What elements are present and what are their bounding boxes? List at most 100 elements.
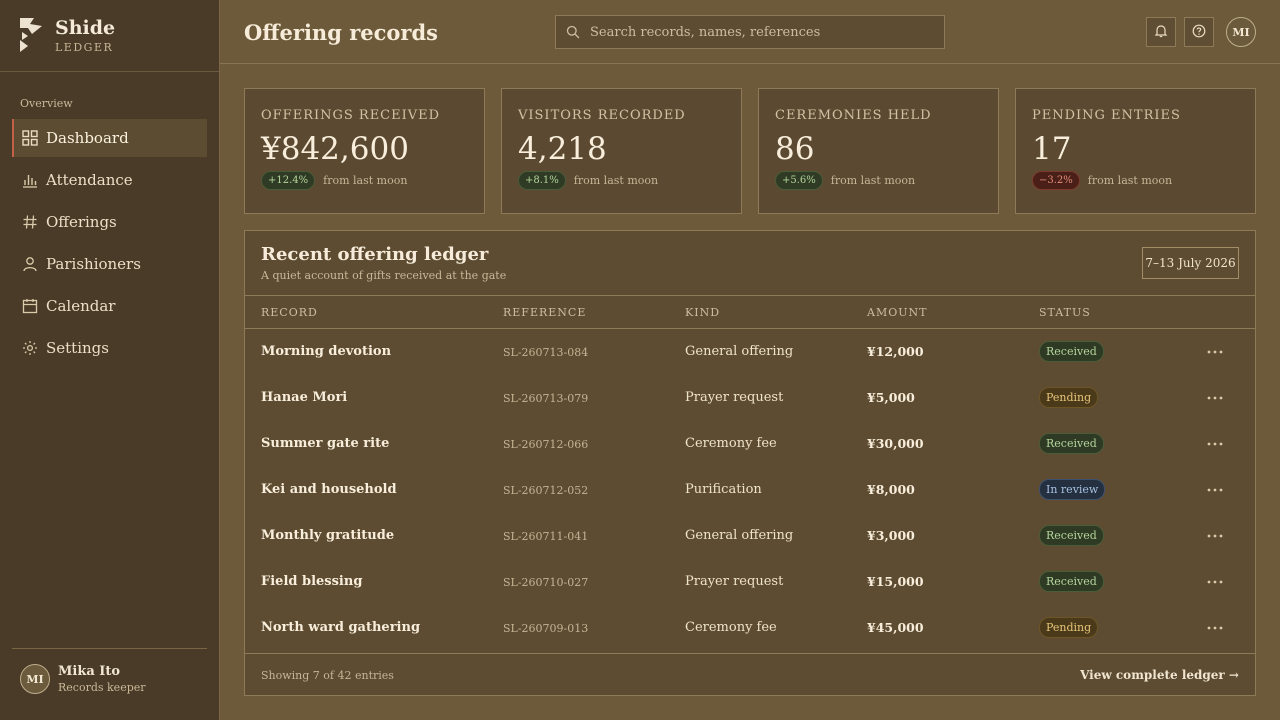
panel-title: Recent offering ledger	[261, 244, 489, 265]
status-badge: Received	[1039, 341, 1104, 362]
record-name: Field blessing	[261, 574, 363, 589]
table-row[interactable]: Field blessing SL-260710-027 Prayer requ…	[245, 559, 1255, 605]
record-reference: SL-260709-013	[503, 622, 589, 635]
date-range-button[interactable]: 7–13 July 2026	[1142, 247, 1239, 279]
more-options-icon[interactable]	[1207, 436, 1223, 452]
table-row[interactable]: Monthly gratitude SL-260711-041 General …	[245, 513, 1255, 559]
header-avatar[interactable]: MI	[1226, 17, 1256, 47]
brand-name: Shide	[55, 17, 116, 39]
record-name: Monthly gratitude	[261, 528, 395, 543]
stat-note: from last moon	[573, 174, 659, 187]
trend-badge: +8.1%	[518, 171, 566, 190]
sidebar-item-dashboard[interactable]: Dashboard	[12, 119, 207, 157]
record-kind: General offering	[685, 344, 794, 359]
status-badge: In review	[1039, 479, 1106, 500]
more-options-icon[interactable]	[1207, 574, 1223, 590]
column-header-status[interactable]: STATUS	[1039, 306, 1091, 319]
gear-icon	[22, 340, 38, 356]
entries-count: Showing 7 of 42 entries	[261, 669, 394, 682]
stat-label: VISITORS RECORDED	[518, 108, 686, 123]
user-name: Mika Ito	[58, 664, 121, 679]
record-amount: ¥30,000	[867, 436, 924, 451]
bell-icon	[1154, 23, 1168, 42]
search-bar[interactable]	[555, 15, 945, 49]
more-options-icon[interactable]	[1207, 390, 1223, 406]
more-options-icon[interactable]	[1207, 344, 1223, 360]
stat-note: from last moon	[323, 174, 408, 187]
brand[interactable]: Shide LEDGER	[20, 18, 115, 54]
record-reference: SL-260713-079	[503, 392, 589, 405]
status-badge: Received	[1039, 433, 1104, 454]
search-icon	[566, 25, 580, 39]
record-name: Summer gate rite	[261, 436, 390, 451]
trend-badge: +5.6%	[775, 171, 823, 190]
sidebar: Shide LEDGER Overview Dashboard Attendan…	[0, 0, 220, 720]
help-button[interactable]	[1184, 17, 1214, 47]
sidebar-item-offerings[interactable]: Offerings	[12, 203, 207, 241]
table-row[interactable]: Hanae Mori SL-260713-079 Prayer request …	[245, 375, 1255, 421]
stat-value: 4,218	[518, 131, 607, 167]
table-row[interactable]: Summer gate rite SL-260712-066 Ceremony …	[245, 421, 1255, 467]
table-row[interactable]: Kei and household SL-260712-052 Purifica…	[245, 467, 1255, 513]
sidebar-divider	[0, 71, 219, 72]
record-reference: SL-260712-052	[503, 484, 589, 497]
record-amount: ¥15,000	[867, 574, 924, 589]
record-reference: SL-260710-027	[503, 576, 589, 589]
hash-icon	[22, 214, 38, 230]
panel-footer: Showing 7 of 42 entries View complete le…	[245, 653, 1255, 695]
stat-label: PENDING ENTRIES	[1032, 108, 1181, 123]
stat-card-offerings: OFFERINGS RECEIVED ¥842,600 +12.4% from …	[244, 88, 485, 214]
trend-badge: −3.2%	[1032, 171, 1080, 190]
record-amount: ¥5,000	[867, 390, 915, 405]
ledger-panel: Recent offering ledger A quiet account o…	[244, 230, 1256, 696]
notifications-button[interactable]	[1146, 17, 1176, 47]
stat-label: OFFERINGS RECEIVED	[261, 108, 441, 123]
trend-badge: +12.4%	[261, 171, 316, 190]
record-reference: SL-260711-041	[503, 530, 589, 543]
sidebar-item-parishioners[interactable]: Parishioners	[12, 245, 207, 283]
more-options-icon[interactable]	[1207, 482, 1223, 498]
column-header-amount[interactable]: AMOUNT	[867, 306, 927, 319]
sidebar-nav: Dashboard Attendance Offerings Parishion…	[12, 119, 207, 371]
stat-value: ¥842,600	[261, 131, 409, 167]
sidebar-bottom-divider	[12, 648, 207, 649]
page-title: Offering records	[244, 20, 438, 45]
status-badge: Pending	[1039, 617, 1099, 638]
table-body: Morning devotion SL-260713-084 General o…	[245, 329, 1255, 651]
more-options-icon[interactable]	[1207, 620, 1223, 636]
user-profile[interactable]: MI Mika Ito Records keeper	[20, 664, 146, 694]
more-options-icon[interactable]	[1207, 528, 1223, 544]
bar-chart-icon	[22, 172, 38, 188]
record-name: Kei and household	[261, 482, 397, 497]
sidebar-item-settings[interactable]: Settings	[12, 329, 207, 367]
sidebar-item-label: Attendance	[46, 171, 133, 189]
search-input[interactable]	[590, 24, 930, 40]
sidebar-item-label: Dashboard	[46, 129, 129, 147]
stat-label: CEREMONIES HELD	[775, 108, 932, 123]
column-header-record[interactable]: RECORD	[261, 306, 318, 319]
table-row[interactable]: North ward gathering SL-260709-013 Cerem…	[245, 605, 1255, 651]
grid-icon	[22, 130, 38, 146]
status-badge: Pending	[1039, 387, 1099, 408]
sidebar-item-label: Settings	[46, 339, 109, 357]
record-reference: SL-260712-066	[503, 438, 589, 451]
stat-note: from last moon	[830, 174, 916, 187]
stat-value: 17	[1032, 131, 1072, 167]
table-row[interactable]: Morning devotion SL-260713-084 General o…	[245, 329, 1255, 375]
avatar: MI	[20, 664, 50, 694]
record-kind: Purification	[685, 482, 762, 497]
status-badge: Received	[1039, 571, 1104, 592]
stat-card-pending: PENDING ENTRIES 17 −3.2% from last moon	[1015, 88, 1256, 214]
sidebar-item-attendance[interactable]: Attendance	[12, 161, 207, 199]
sidebar-item-label: Parishioners	[46, 255, 141, 273]
record-kind: Ceremony fee	[685, 436, 777, 451]
record-kind: General offering	[685, 528, 794, 543]
column-header-reference[interactable]: REFERENCE	[503, 306, 586, 319]
status-badge: Received	[1039, 525, 1104, 546]
stat-note: from last moon	[1087, 174, 1173, 187]
column-header-kind[interactable]: KIND	[685, 306, 720, 319]
view-complete-ledger-link[interactable]: View complete ledger →	[1080, 668, 1239, 682]
stat-value: 86	[775, 131, 815, 167]
person-icon	[22, 256, 38, 272]
sidebar-item-calendar[interactable]: Calendar	[12, 287, 207, 325]
